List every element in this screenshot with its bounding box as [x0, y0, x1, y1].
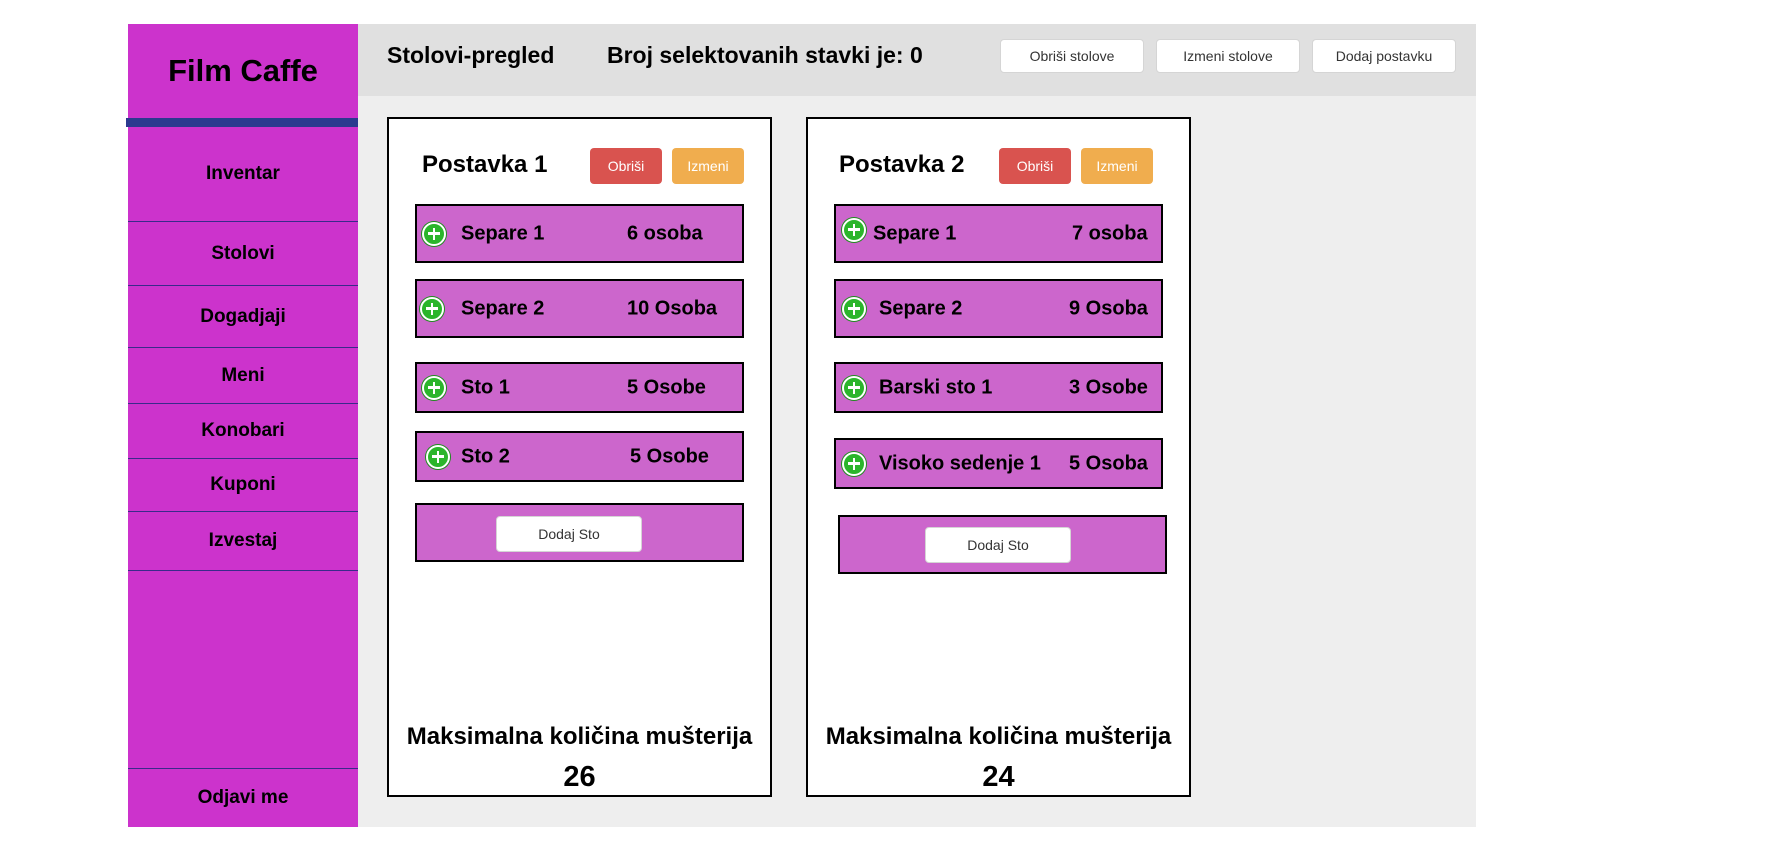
logo-divider: [126, 118, 358, 127]
table-capacity: 5 Osoba: [1069, 452, 1148, 474]
add-circle-icon[interactable]: [842, 217, 866, 242]
table-name: Visoko sedenje 1: [879, 452, 1041, 474]
sidebar-item-meni[interactable]: Meni: [128, 348, 358, 404]
max-customers-value: 24: [982, 761, 1015, 793]
table-capacity: 3 Osobe: [1069, 376, 1148, 398]
sidebar-item-kuponi[interactable]: Kuponi: [128, 459, 358, 512]
table-name: Separe 2: [461, 297, 545, 319]
add-table-button[interactable]: Dodaj Sto: [496, 516, 642, 552]
table-capacity: 5 Osobe: [627, 376, 706, 398]
table-row[interactable]: Sto 2 5 Osobe: [415, 431, 744, 482]
setup-card: Postavka 1 Obriši Izmeni Separe 1 6 osob…: [387, 117, 772, 797]
table-capacity: 10 Osoba: [627, 297, 718, 319]
max-customers-label: Maksimalna količina mušterija: [406, 723, 753, 750]
table-name: Separe 1: [873, 222, 957, 244]
table-row[interactable]: Separe 1 6 osoba: [415, 204, 744, 263]
setup-title: Postavka 1: [422, 151, 548, 178]
max-customers-label: Maksimalna količina mušterija: [825, 723, 1172, 750]
table-capacity: 5 Osobe: [630, 445, 709, 467]
table-row[interactable]: Barski sto 1 3 Osobe: [834, 362, 1163, 413]
add-table-button[interactable]: Dodaj Sto: [925, 527, 1071, 563]
add-table-container: Dodaj Sto: [415, 503, 744, 562]
table-row[interactable]: Separe 2 10 Osoba: [415, 279, 744, 338]
sidebar-item-inventar[interactable]: Inventar: [128, 127, 358, 222]
table-row[interactable]: Separe 1 7 osoba: [834, 204, 1163, 263]
table-row[interactable]: Visoko sedenje 1 5 Osoba: [834, 438, 1163, 489]
page-title: Stolovi-pregled: [387, 42, 555, 68]
main-content: Stolovi-pregled Broj selektovanih stavki…: [358, 24, 1476, 827]
sidebar-item-konobari[interactable]: Konobari: [128, 404, 358, 459]
table-name: Barski sto 1: [879, 376, 993, 398]
delete-setup-button[interactable]: Obriši: [590, 148, 662, 184]
add-circle-icon[interactable]: [842, 296, 866, 321]
selected-count-text: Broj selektovanih stavki je: 0: [607, 42, 923, 68]
logout-button[interactable]: Odjavi me: [128, 768, 358, 827]
table-capacity: 7 osoba: [1072, 222, 1148, 244]
table-name: Sto 2: [461, 445, 510, 467]
setup-card: Postavka 2 Obriši Izmeni Separe 1 7 osob…: [806, 117, 1191, 797]
delete-tables-button[interactable]: Obriši stolove: [1000, 39, 1144, 73]
sidebar-item-dogadjaji[interactable]: Dogadjaji: [128, 286, 358, 348]
add-circle-icon[interactable]: [422, 375, 446, 400]
add-setup-button[interactable]: Dodaj postavku: [1312, 39, 1456, 73]
setup-title: Postavka 2: [839, 151, 965, 178]
add-circle-icon[interactable]: [426, 444, 450, 469]
table-capacity: 6 osoba: [627, 222, 703, 244]
add-circle-icon[interactable]: [422, 221, 446, 246]
edit-setup-button[interactable]: Izmeni: [1081, 148, 1153, 184]
add-circle-icon[interactable]: [842, 375, 866, 400]
delete-setup-button[interactable]: Obriši: [999, 148, 1071, 184]
edit-tables-button[interactable]: Izmeni stolove: [1156, 39, 1300, 73]
edit-setup-button[interactable]: Izmeni: [672, 148, 744, 184]
table-row[interactable]: Separe 2 9 Osoba: [834, 279, 1163, 338]
max-customers-value: 26: [563, 761, 596, 793]
sidebar: Film Caffe Inventar Stolovi Dogadjaji Me…: [126, 24, 358, 827]
add-table-container: Dodaj Sto: [838, 515, 1167, 574]
header-bar: Stolovi-pregled Broj selektovanih stavki…: [358, 24, 1476, 96]
table-row[interactable]: Sto 1 5 Osobe: [415, 362, 744, 413]
sidebar-item-izvestaj[interactable]: Izvestaj: [128, 512, 358, 571]
sidebar-item-stolovi[interactable]: Stolovi: [128, 222, 358, 286]
table-name: Sto 1: [461, 376, 510, 398]
app-logo: Film Caffe: [168, 53, 318, 88]
add-circle-icon[interactable]: [842, 451, 866, 476]
table-capacity: 9 Osoba: [1069, 297, 1148, 319]
add-circle-icon[interactable]: [420, 296, 444, 321]
table-name: Separe 1: [461, 222, 545, 244]
table-name: Separe 2: [879, 297, 963, 319]
